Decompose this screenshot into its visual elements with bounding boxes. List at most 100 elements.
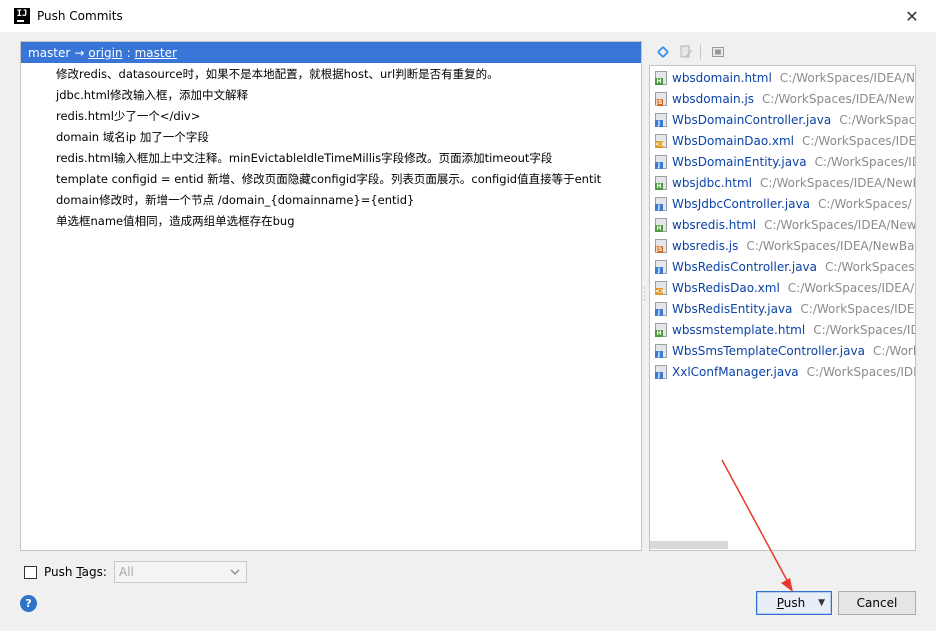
commit-item[interactable]: redis.html少了一个</div> [21,106,641,127]
file-path: C:/WorkSpaces/IDEA [800,301,915,316]
file-item[interactable]: Hwbssmstemplate.html C:/WorkSpaces/IDE [650,319,915,340]
file-name: wbssmstemplate.html [672,322,806,337]
file-type-icon: H [655,70,667,85]
file-item[interactable]: J XxlConfManager.java C:/WorkSpaces/IDE [650,361,915,382]
file-type-icon: JS [655,91,667,106]
file-type-badge: <> [655,287,666,295]
branch-separator: : [126,45,131,60]
file-path: C:/WorkSpaces/IDEA/NewB [762,91,915,106]
file-type-badge: J [655,371,663,379]
file-item[interactable]: J WbsDomainEntity.java C:/WorkSpaces/ID [650,151,915,172]
file-item[interactable]: J WbsSmsTemplateController.java C:/Works [650,340,915,361]
file-type-icon: H [655,217,667,232]
file-path: C:/WorkSpaces/IDEA/NewB [760,175,915,190]
horizontal-scrollbar[interactable] [650,541,728,549]
push-tags-checkbox[interactable] [24,565,37,579]
file-type-badge: JS [655,98,663,106]
file-path: C:/WorkSpaces/ [825,259,915,274]
commit-item[interactable]: domain 域名ip 加了一个字段 [21,127,641,148]
collapse-expand-icon[interactable] [653,42,673,62]
commit-item[interactable]: 修改redis、datasource时，如果不是本地配置，就根据host、url… [21,64,641,85]
push-button-label: Push [776,596,806,610]
commit-item[interactable]: 单选框name值相同，造成两组单选框存在bug [21,211,641,232]
remote-branch-link[interactable]: master [135,46,177,60]
file-name: WbsDomainDao.xml [672,133,794,148]
file-item[interactable]: <> WbsRedisDao.xml C:/WorkSpaces/IDEA/N [650,277,915,298]
file-item[interactable]: Hwbsredis.html C:/WorkSpaces/IDEA/NewB [650,214,915,235]
file-type-badge: <> [655,140,666,148]
push-button[interactable]: Push ▼ [756,591,832,615]
cancel-button-label: Cancel [856,596,898,610]
file-item[interactable]: Hwbsdomain.html C:/WorkSpaces/IDEA/Ne [650,67,915,88]
file-path: C:/WorkSpace [839,112,915,127]
file-type-icon: H [655,175,667,190]
commit-item[interactable]: template configid = entid 新增、修改页面隐藏confi… [21,169,641,190]
file-path: C:/WorkSpaces/IDE [813,322,915,337]
file-type-badge: J [655,350,663,358]
close-icon: ✕ [905,6,919,26]
file-type-badge: J [655,308,663,316]
commits-panel: master → origin : master 修改redis、datasou… [20,41,642,551]
help-button[interactable]: ? [20,595,37,612]
push-tags-label: Push Tags: [44,565,107,579]
file-item[interactable]: JS wbsredis.js C:/WorkSpaces/IDEA/NewBan [650,235,915,256]
cancel-button[interactable]: Cancel [838,591,916,615]
file-type-badge: JS [655,245,663,253]
file-type-badge: J [655,203,663,211]
file-type-badge: H [655,182,663,190]
intellij-app-icon: IJ [14,8,30,24]
file-name: XxlConfManager.java [672,364,799,379]
file-path: C:/WorkSpaces/IDEA/N [787,280,915,295]
group-by-icon[interactable] [708,42,728,62]
file-type-icon: H [655,322,667,337]
file-path: C:/WorkSpaces/IDEA [801,133,915,148]
panel-splitter[interactable]: · · · · [643,285,647,306]
file-type-icon: JS [655,238,667,253]
file-name: WbsDomainEntity.java [672,154,807,169]
file-type-icon: <> [655,280,667,295]
file-name: wbsdomain.html [672,70,772,85]
push-tags-select[interactable]: All [114,561,247,583]
file-item[interactable]: JS wbsdomain.js C:/WorkSpaces/IDEA/NewB [650,88,915,109]
file-type-badge: J [655,119,663,127]
file-path: C:/WorkSpaces/IDEA/NewBan [746,238,915,253]
file-item[interactable]: J WbsJdbcController.java C:/WorkSpaces/ [650,193,915,214]
file-path: C:/WorkSpaces/ [818,196,912,211]
file-type-badge: J [655,161,663,169]
push-dropdown-icon[interactable]: ▼ [818,598,825,608]
file-type-badge: J [655,266,663,274]
file-list: Hwbsdomain.html C:/WorkSpaces/IDEA/Ne JS wb… [650,66,915,382]
file-type-badge: H [655,329,663,337]
file-type-icon: J [655,112,667,127]
file-path: C:/WorkSpaces/IDEA/NewB [764,217,915,232]
window-title: Push Commits [37,9,123,23]
file-name: wbsjdbc.html [672,175,752,190]
file-item[interactable]: J WbsRedisEntity.java C:/WorkSpaces/IDEA [650,298,915,319]
commit-item[interactable]: domain修改时，新增一个节点 /domain_{domainname}={e… [21,190,641,211]
commit-item[interactable]: jdbc.html修改输入框，添加中文解释 [21,85,641,106]
changed-files-panel: Hwbsdomain.html C:/WorkSpaces/IDEA/Ne JS wb… [649,65,916,551]
file-type-badge: H [655,77,663,85]
local-branch: master [28,45,71,60]
file-item[interactable]: <> WbsDomainDao.xml C:/WorkSpaces/IDEA [650,130,915,151]
file-path: C:/WorkSpaces/IDEA/Ne [779,70,915,85]
file-type-icon: J [655,154,667,169]
file-type-icon: J [655,343,667,358]
close-button[interactable]: ✕ [902,6,922,26]
file-type-badge: H [655,224,663,232]
commit-item[interactable]: redis.html输入框加上中文注释。minEvictableIdleTime… [21,148,641,169]
commit-list: 修改redis、datasource时，如果不是本地配置，就根据host、url… [21,63,641,232]
push-tags-select-value: All [119,565,134,579]
file-type-icon: J [655,364,667,379]
file-item[interactable]: Hwbsjdbc.html C:/WorkSpaces/IDEA/NewB [650,172,915,193]
title-bar: IJ Push Commits ✕ [0,0,936,32]
file-type-icon: J [655,259,667,274]
file-item[interactable]: J WbsRedisController.java C:/WorkSpaces/ [650,256,915,277]
remote-name-link[interactable]: origin [88,46,122,60]
file-item[interactable]: J WbsDomainController.java C:/WorkSpace [650,109,915,130]
push-tags-option[interactable]: Push Tags: [24,562,107,582]
branch-row[interactable]: master → origin : master [21,42,641,63]
files-toolbar [650,41,916,63]
edit-source-icon[interactable] [676,42,696,62]
file-path: C:/Works [872,343,915,358]
